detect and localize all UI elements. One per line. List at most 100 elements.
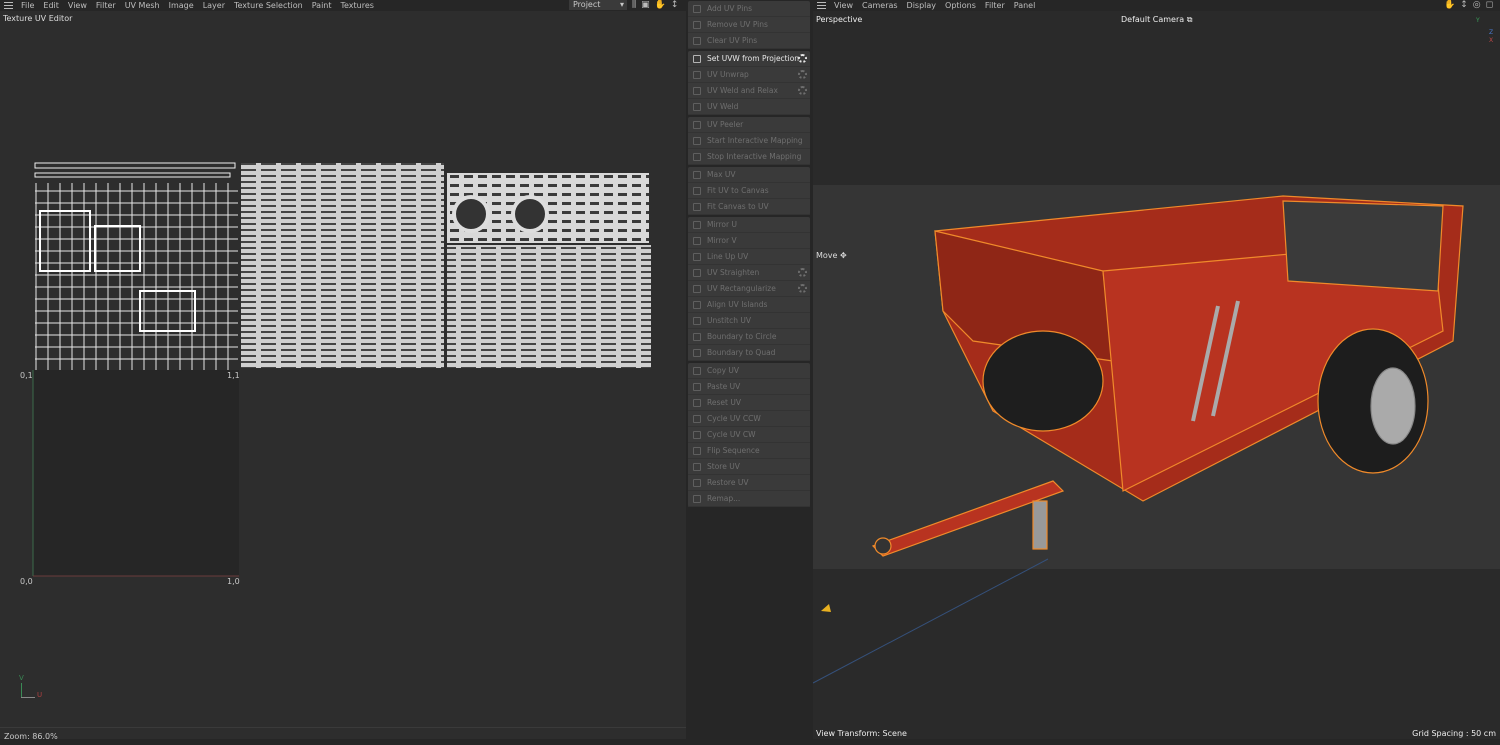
command-paste-uv[interactable]: Paste UV	[688, 379, 810, 395]
command-icon	[693, 54, 701, 63]
menu-uv-mesh[interactable]: UV Mesh	[125, 1, 160, 10]
menu-view[interactable]: View	[834, 1, 853, 10]
command-label: Mirror V	[707, 236, 737, 245]
hitch-eye	[874, 537, 892, 555]
gear-icon[interactable]	[798, 268, 807, 277]
uv-commands-panel: Add UV Pins Remove UV Pins Clear UV Pins Se…	[686, 0, 812, 739]
move-vertical-icon[interactable]: ↕	[1460, 0, 1473, 10]
command-uv-straighten[interactable]: UV Straighten	[688, 265, 810, 281]
hand-pan-icon[interactable]: ✋	[1444, 0, 1460, 10]
command-uv-unwrap[interactable]: UV Unwrap	[688, 67, 810, 83]
gear-icon[interactable]	[798, 70, 807, 79]
u-axis-gizmo	[21, 697, 35, 698]
command-add-uv-pins[interactable]: Add UV Pins	[688, 1, 810, 17]
zoom-status: Zoom: 86.0%	[0, 727, 686, 745]
model-spreader	[813, 195, 1464, 684]
viewport-menubar: View Cameras Display Options Filter Pane…	[813, 0, 1500, 11]
menu-filter[interactable]: Filter	[985, 1, 1005, 10]
u-axis-label: U	[37, 691, 43, 699]
menu-view[interactable]: View	[68, 1, 87, 10]
command-icon	[693, 202, 701, 211]
gear-icon[interactable]	[798, 86, 807, 95]
command-max-uv[interactable]: Max UV	[688, 167, 810, 183]
command-group: Copy UV Paste UV Reset UV Cycle UV CCW Cycle…	[688, 363, 810, 507]
menu-panel[interactable]: Panel	[1014, 1, 1036, 10]
command-label: Paste UV	[707, 382, 741, 391]
lock-icon[interactable]: ▣	[641, 0, 655, 10]
menu-filter[interactable]: Filter	[96, 1, 116, 10]
command-start-interactive-mapping[interactable]: Start Interactive Mapping	[688, 133, 810, 149]
gear-icon[interactable]	[798, 284, 807, 293]
command-label: UV Unwrap	[707, 70, 749, 79]
maximize-icon[interactable]: ◻	[1486, 0, 1498, 10]
command-uv-peeler[interactable]: UV Peeler	[688, 117, 810, 133]
command-icon	[693, 102, 701, 111]
command-label: UV Peeler	[707, 120, 744, 129]
command-boundary-to-circle[interactable]: Boundary to Circle	[688, 329, 810, 345]
command-label: Stop Interactive Mapping	[707, 152, 802, 161]
command-flip-sequence[interactable]: Flip Sequence	[688, 443, 810, 459]
command-reset-uv[interactable]: Reset UV	[688, 395, 810, 411]
command-copy-uv[interactable]: Copy UV	[688, 363, 810, 379]
menu-texture-selection[interactable]: Texture Selection	[234, 1, 303, 10]
menu-display[interactable]: Display	[907, 1, 937, 10]
command-line-up-uv[interactable]: Line Up UV	[688, 249, 810, 265]
project-select[interactable]: Project ▾	[569, 0, 627, 10]
command-group: UV Peeler Start Interactive Mapping Stop I…	[688, 117, 810, 165]
command-align-uv-islands[interactable]: Align UV Islands	[688, 297, 810, 313]
command-stop-interactive-mapping[interactable]: Stop Interactive Mapping	[688, 149, 810, 165]
command-label: Align UV Islands	[707, 300, 768, 309]
command-uv-weld-and-relax[interactable]: UV Weld and Relax	[688, 83, 810, 99]
command-restore-uv[interactable]: Restore UV	[688, 475, 810, 491]
command-uv-rectangularize[interactable]: UV Rectangularize	[688, 281, 810, 297]
command-label: Max UV	[707, 170, 736, 179]
command-remove-uv-pins[interactable]: Remove UV Pins	[688, 17, 810, 33]
command-mirror-v[interactable]: Mirror V	[688, 233, 810, 249]
3d-viewport[interactable]: Perspective Default Camera ⧉ Move ✥ Y Z …	[813, 11, 1500, 739]
command-label: Set UVW from Projection	[707, 54, 800, 63]
rotate-icon[interactable]: ◎	[1473, 0, 1486, 10]
command-boundary-to-quad[interactable]: Boundary to Quad	[688, 345, 810, 361]
hamburger-menu-icon[interactable]	[817, 2, 826, 9]
uv-editor-canvas[interactable]: Texture UV Editor 0,1 1,1 0,0 1,0 V U Zo…	[0, 11, 686, 741]
command-set-uvw-from-projection[interactable]: Set UVW from Projection	[688, 51, 810, 67]
command-icon	[693, 170, 701, 179]
command-label: Remove UV Pins	[707, 20, 768, 29]
chart-icon[interactable]: ⫼	[632, 0, 641, 10]
command-label: Unstitch UV	[707, 316, 751, 325]
menu-options[interactable]: Options	[945, 1, 976, 10]
hamburger-menu-icon[interactable]	[4, 2, 13, 9]
command-remap[interactable]: Remap...	[688, 491, 810, 507]
hand-pan-icon[interactable]: ✋	[655, 0, 671, 10]
menu-textures[interactable]: Textures	[341, 1, 374, 10]
command-label: Store UV	[707, 462, 740, 471]
gear-icon[interactable]	[798, 54, 807, 63]
command-icon	[693, 152, 701, 161]
menu-cameras[interactable]: Cameras	[862, 1, 898, 10]
command-group: Mirror U Mirror V Line Up UV UV Straighten U…	[688, 217, 810, 361]
command-cycle-uv-ccw[interactable]: Cycle UV CCW	[688, 411, 810, 427]
menu-layer[interactable]: Layer	[203, 1, 225, 10]
uv-label-0-0: 0,0	[20, 577, 33, 586]
move-vertical-icon[interactable]: ↕	[671, 0, 684, 10]
menu-image[interactable]: Image	[169, 1, 194, 10]
command-mirror-u[interactable]: Mirror U	[688, 217, 810, 233]
command-clear-uv-pins[interactable]: Clear UV Pins	[688, 33, 810, 49]
command-unstitch-uv[interactable]: Unstitch UV	[688, 313, 810, 329]
command-uv-weld[interactable]: UV Weld	[688, 99, 810, 115]
command-icon	[693, 414, 701, 423]
command-fit-uv-to-canvas[interactable]: Fit UV to Canvas	[688, 183, 810, 199]
command-icon	[693, 284, 701, 293]
grid-spacing-status: Grid Spacing : 50 cm	[1412, 729, 1496, 738]
command-cycle-uv-cw[interactable]: Cycle UV CW	[688, 427, 810, 443]
menu-paint[interactable]: Paint	[312, 1, 332, 10]
menu-file[interactable]: File	[21, 1, 34, 10]
command-store-uv[interactable]: Store UV	[688, 459, 810, 475]
command-icon	[693, 86, 701, 95]
v-axis-label: V	[19, 674, 24, 682]
command-icon	[693, 366, 701, 375]
z-axis-line	[813, 558, 1049, 684]
command-fit-canvas-to-uv[interactable]: Fit Canvas to UV	[688, 199, 810, 215]
command-icon	[693, 446, 701, 455]
menu-edit[interactable]: Edit	[43, 1, 59, 10]
